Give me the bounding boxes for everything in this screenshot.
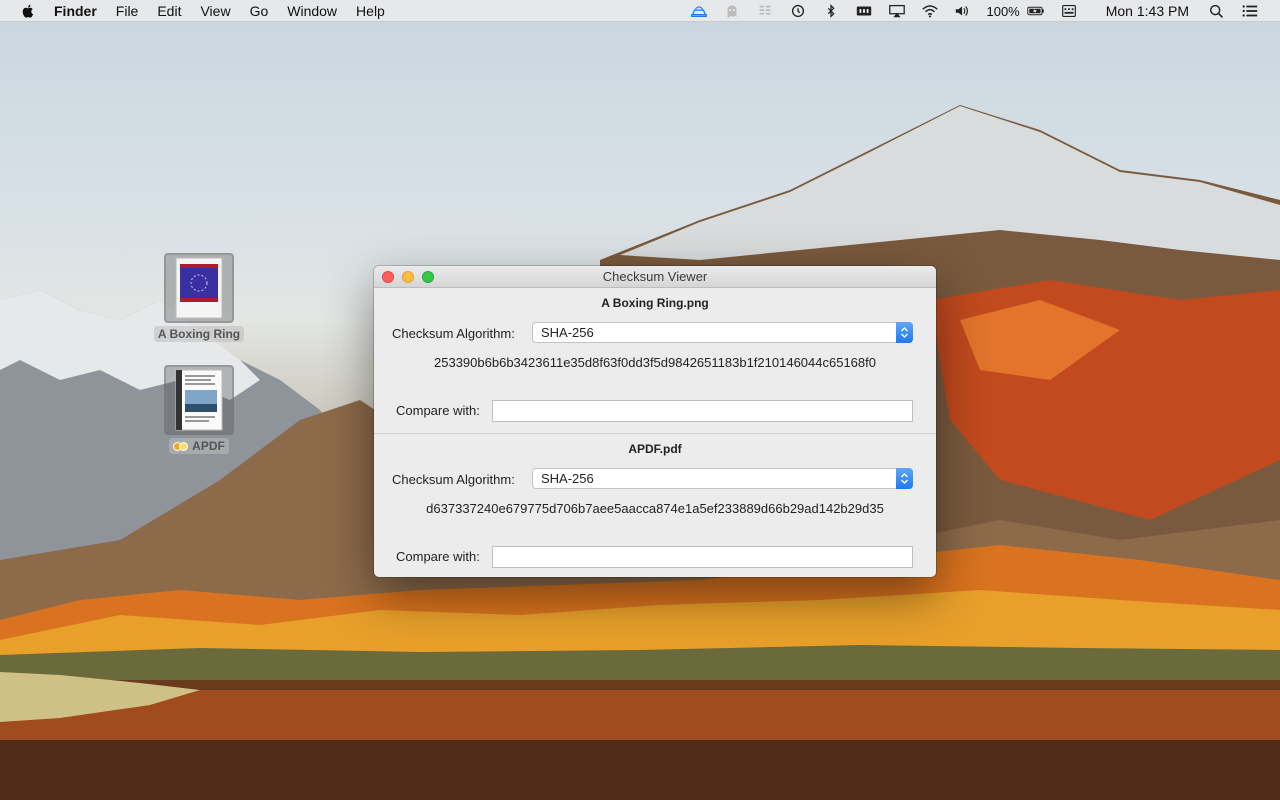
desktop-icon-label: A Boxing Ring — [153, 326, 245, 342]
menu-view[interactable]: View — [200, 3, 230, 19]
menu-help[interactable]: Help — [356, 3, 385, 19]
battery-percent: 100% — [986, 3, 1020, 19]
checksum-value: d637337240e679775d706b7aee5aacca874e1a5e… — [426, 501, 884, 516]
compare-label: Compare with: — [396, 549, 480, 564]
notification-center-icon[interactable] — [1240, 3, 1260, 19]
compare-input[interactable] — [492, 400, 913, 422]
image-file-icon — [164, 253, 234, 323]
apple-menu-icon[interactable] — [20, 3, 36, 19]
list-icon[interactable] — [755, 3, 775, 19]
cloud-inbox-icon[interactable] — [689, 3, 709, 19]
bluetooth-icon[interactable] — [821, 3, 841, 19]
menu-edit[interactable]: Edit — [157, 3, 181, 19]
window-title: Checksum Viewer — [602, 269, 708, 284]
menu-go[interactable]: Go — [250, 3, 269, 19]
algorithm-selected-value: SHA-256 — [541, 325, 594, 340]
keyboard-input-icon[interactable] — [1059, 3, 1079, 19]
volume-icon[interactable] — [953, 3, 973, 19]
algorithm-selected-value: SHA-256 — [541, 471, 594, 486]
close-button[interactable] — [382, 271, 394, 283]
algorithm-select[interactable]: SHA-256 — [532, 322, 913, 343]
desktop-icon-label: APDF — [169, 438, 229, 454]
algorithm-select[interactable]: SHA-256 — [532, 468, 913, 489]
algorithm-label: Checksum Algorithm: — [392, 326, 515, 341]
checksum-viewer-window: Checksum Viewer A Boxing Ring.png Checks… — [374, 266, 936, 577]
tag-orange-dot — [179, 442, 189, 452]
popup-stepper-icon[interactable] — [896, 322, 913, 343]
menu-app-finder[interactable]: Finder — [54, 3, 97, 19]
file-name: A Boxing Ring.png — [601, 296, 709, 310]
minimize-button[interactable] — [402, 271, 414, 283]
file-checksum-section: APDF.pdf Checksum Algorithm: SHA-256 d63… — [374, 433, 936, 577]
battery-charging-icon[interactable] — [1026, 3, 1046, 19]
menu-clock[interactable]: Mon 1:43 PM — [1106, 3, 1189, 19]
file-name: APDF.pdf — [628, 442, 682, 456]
airplay-icon[interactable] — [887, 3, 907, 19]
desktop-icon-apdf[interactable]: APDF — [149, 365, 249, 455]
compare-input[interactable] — [492, 546, 913, 568]
algorithm-label: Checksum Algorithm: — [392, 472, 515, 487]
popup-stepper-icon[interactable] — [896, 468, 913, 489]
menu-bar: Finder File Edit View Go Window Help 100… — [0, 0, 1280, 22]
checksum-value: 253390b6b6b3423611e35d8f63f0dd3f5d984265… — [434, 355, 876, 370]
window-titlebar[interactable]: Checksum Viewer — [374, 266, 936, 288]
file-checksum-section: A Boxing Ring.png Checksum Algorithm: SH… — [374, 288, 936, 433]
desktop-icon-boxing-ring[interactable]: A Boxing Ring — [149, 253, 249, 343]
menu-window[interactable]: Window — [287, 3, 337, 19]
status-area: 100% Mon 1:43 PM — [689, 0, 1280, 22]
time-machine-icon[interactable] — [788, 3, 808, 19]
pdf-file-icon — [164, 365, 234, 435]
menu-file[interactable]: File — [116, 3, 139, 19]
zoom-button[interactable] — [422, 271, 434, 283]
ghost-icon[interactable] — [722, 3, 742, 19]
compare-label: Compare with: — [396, 403, 480, 418]
desktop-icon-label-text: APDF — [192, 439, 225, 453]
window-controls — [382, 271, 434, 283]
memory-icon[interactable] — [854, 3, 874, 19]
spotlight-search-icon[interactable] — [1207, 3, 1227, 19]
wifi-icon[interactable] — [920, 3, 940, 19]
